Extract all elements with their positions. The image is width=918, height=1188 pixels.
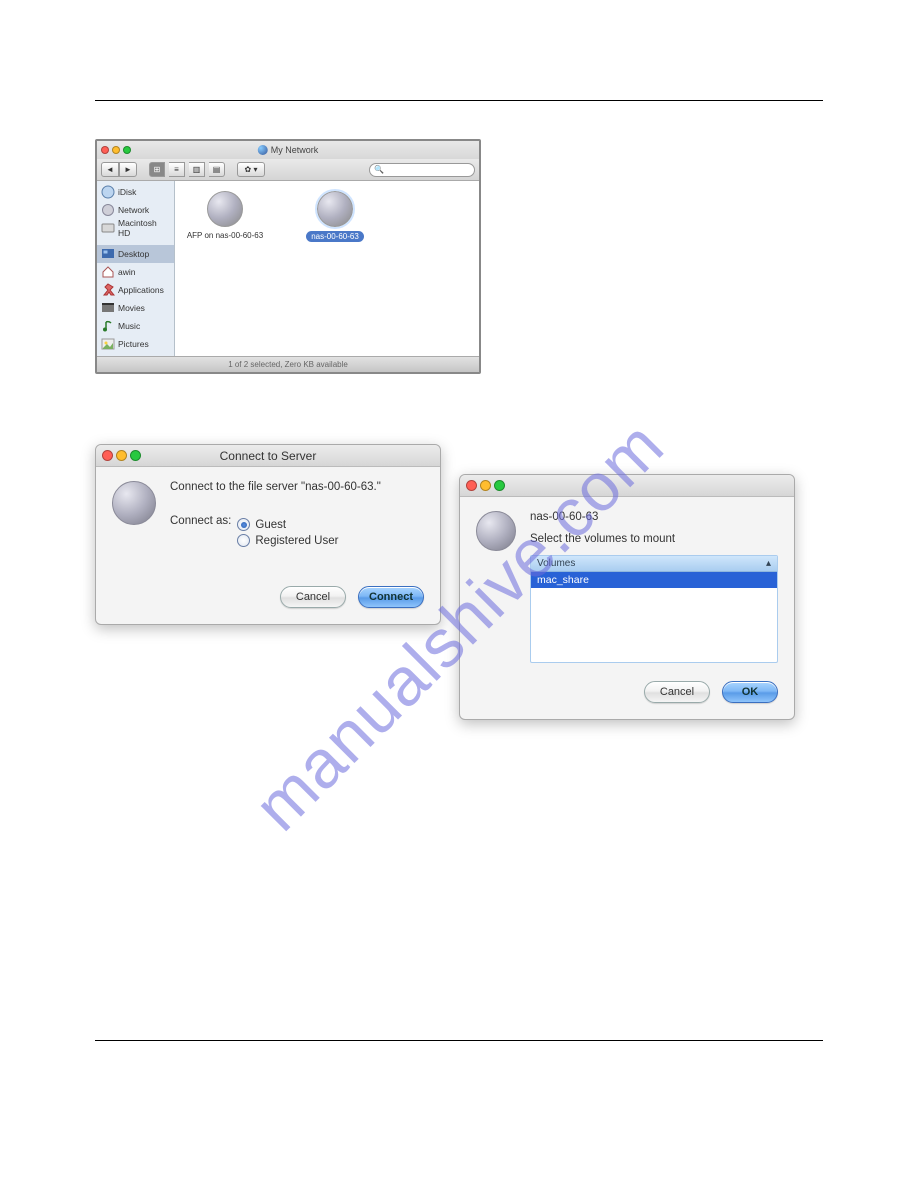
finder-title: My Network [271, 145, 319, 155]
sort-indicator-icon: ▴ [766, 558, 771, 569]
sidebar-item-macintosh-hd[interactable]: Macintosh HD [97, 219, 174, 237]
pictures-icon [101, 337, 115, 351]
finder-titlebar: My Network [97, 141, 479, 159]
sidebar-item-desktop[interactable]: Desktop [97, 245, 174, 263]
sidebar-item-idisk[interactable]: iDisk [97, 183, 174, 201]
back-button[interactable]: ◄ [101, 162, 119, 177]
icon-view-button[interactable]: ⊞ [149, 162, 165, 177]
action-menu-button[interactable]: ✿ ▾ [237, 162, 265, 177]
volume-row[interactable]: mac_share [531, 572, 777, 588]
zoom-icon[interactable] [130, 450, 141, 461]
list-view-button[interactable]: ≡ [169, 162, 185, 177]
globe-icon [207, 191, 243, 227]
sidebar-item-music[interactable]: Music [97, 317, 174, 335]
sidebar-item-pictures[interactable]: Pictures [97, 335, 174, 353]
finder-status-bar: 1 of 2 selected, Zero KB available [97, 356, 479, 372]
connect-message: Connect to the file server "nas-00-60-63… [170, 481, 424, 493]
volumes-header[interactable]: Volumes ▴ [531, 556, 777, 572]
dialog-titlebar: Connect to Server [96, 445, 440, 467]
guest-label: Guest [255, 519, 286, 531]
zoom-icon[interactable] [123, 146, 131, 154]
applications-icon [101, 283, 115, 297]
finder-content: AFP on nas-00-60-63 nas-00-60-63 [175, 181, 479, 356]
desktop-icon [101, 247, 115, 261]
sidebar-item-label: iDisk [118, 187, 136, 197]
file-label: nas-00-60-63 [306, 231, 364, 242]
sidebar-item-applications[interactable]: Applications [97, 281, 174, 299]
volumes-list[interactable]: Volumes ▴ mac_share [530, 555, 778, 663]
radio-icon [237, 518, 250, 531]
sidebar-item-label: Music [118, 321, 140, 331]
connect-button[interactable]: Connect [358, 586, 424, 608]
column-view-button[interactable]: ▥ [189, 162, 205, 177]
sidebar-item-label: Macintosh HD [118, 218, 170, 238]
zoom-icon[interactable] [494, 480, 505, 491]
sidebar-item-label: Network [118, 205, 149, 215]
server-globe-icon [112, 481, 156, 525]
server-name: nas-00-60-63 [530, 511, 778, 523]
network-share-item-selected[interactable]: nas-00-60-63 [295, 191, 375, 242]
instruction-text: Select the volumes to mount [530, 533, 778, 545]
guest-radio-row[interactable]: Guest [237, 518, 338, 531]
globe-icon [317, 191, 353, 227]
coverflow-view-button[interactable]: ▤ [209, 162, 225, 177]
sidebar-item-movies[interactable]: Movies [97, 299, 174, 317]
search-icon: 🔍 [374, 165, 384, 174]
search-input[interactable]: 🔍 [369, 163, 475, 177]
select-volumes-dialog: nas-00-60-63 Select the volumes to mount… [459, 474, 795, 720]
network-icon [258, 145, 268, 155]
header-rule [95, 100, 823, 101]
sidebar-item-label: Pictures [118, 339, 149, 349]
forward-button[interactable]: ► [119, 162, 137, 177]
registered-label: Registered User [255, 535, 338, 547]
server-globe-icon [476, 511, 516, 551]
finder-sidebar: iDisk Network Macintosh HD [97, 181, 175, 356]
sidebar-item-label: Movies [118, 303, 145, 313]
cancel-button[interactable]: Cancel [644, 681, 710, 703]
sidebar-item-label: Desktop [118, 249, 149, 259]
sidebar-item-label: awin [118, 267, 135, 277]
network-icon [101, 203, 115, 217]
radio-icon [237, 534, 250, 547]
cancel-button[interactable]: Cancel [280, 586, 346, 608]
registered-radio-row[interactable]: Registered User [237, 534, 338, 547]
movies-icon [101, 301, 115, 315]
connect-to-server-dialog: Connect to Server Connect to the file se… [95, 444, 441, 625]
sidebar-item-network[interactable]: Network [97, 201, 174, 219]
close-icon[interactable] [101, 146, 109, 154]
minimize-icon[interactable] [112, 146, 120, 154]
dialog-title: Connect to Server [220, 449, 317, 463]
footer-rule [95, 1040, 823, 1041]
sidebar-item-home[interactable]: awin [97, 263, 174, 281]
finder-window: My Network ◄ ► ⊞ ≡ ▥ ▤ ✿ ▾ 🔍 [95, 139, 481, 374]
close-icon[interactable] [102, 450, 113, 461]
sidebar-item-label: Applications [118, 285, 164, 295]
ok-button[interactable]: OK [722, 681, 778, 703]
finder-toolbar: ◄ ► ⊞ ≡ ▥ ▤ ✿ ▾ 🔍 [97, 159, 479, 181]
close-icon[interactable] [466, 480, 477, 491]
file-label: AFP on nas-00-60-63 [185, 231, 265, 240]
minimize-icon[interactable] [116, 450, 127, 461]
home-icon [101, 265, 115, 279]
idisk-icon [101, 185, 115, 199]
music-icon [101, 319, 115, 333]
dialog-titlebar [460, 475, 794, 497]
connect-as-label: Connect as: [170, 515, 231, 550]
hd-icon [101, 221, 115, 235]
minimize-icon[interactable] [480, 480, 491, 491]
network-share-item[interactable]: AFP on nas-00-60-63 [185, 191, 265, 240]
volumes-header-label: Volumes [537, 558, 575, 569]
